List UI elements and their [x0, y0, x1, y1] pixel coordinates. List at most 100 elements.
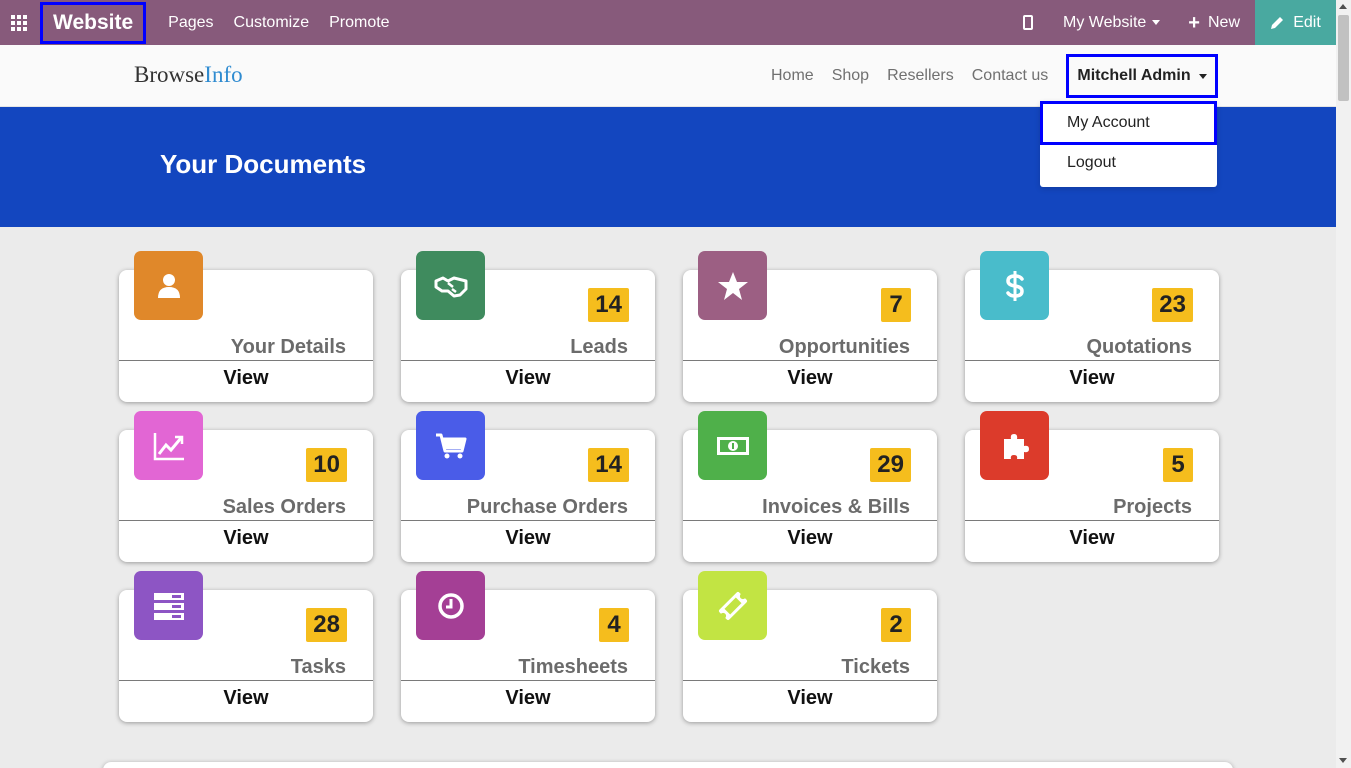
card-divider [683, 360, 937, 361]
tasks-icon [134, 571, 203, 640]
view-button[interactable]: View [401, 522, 655, 554]
admin-topbar: Website Pages Customize Promote My Websi… [0, 0, 1336, 45]
edit-button[interactable]: Edit [1255, 0, 1336, 45]
view-button[interactable]: View [401, 682, 655, 714]
nav-contact-us[interactable]: Contact us [972, 67, 1048, 85]
card-tasks: 28 Tasks View [119, 571, 373, 722]
view-button[interactable]: View [965, 362, 1219, 394]
card-divider [401, 680, 655, 681]
view-button[interactable]: View [965, 522, 1219, 554]
card-leads: 14 Leads View [401, 251, 655, 402]
nav-home[interactable]: Home [771, 67, 814, 85]
user-icon [134, 251, 203, 320]
new-button[interactable]: + New [1188, 13, 1240, 33]
site-header: BrowseInfo Home Shop Resellers Contact u… [0, 45, 1336, 107]
dropdown-item-logout[interactable]: Logout [1040, 141, 1217, 185]
dollar-icon [980, 251, 1049, 320]
bottom-panel [103, 762, 1233, 768]
count-badge: 10 [306, 448, 347, 482]
card-label: Tasks [290, 656, 346, 678]
apps-grid-icon[interactable] [0, 0, 38, 45]
edit-button-label: Edit [1293, 13, 1321, 31]
user-menu-toggle[interactable]: Mitchell Admin [1066, 54, 1218, 98]
puzzle-icon [980, 411, 1049, 480]
menu-customize[interactable]: Customize [234, 14, 310, 32]
card-label: Projects [1113, 496, 1192, 518]
card-divider [401, 520, 655, 521]
card-divider [683, 520, 937, 521]
count-badge: 14 [588, 448, 629, 482]
card-label: Leads [570, 336, 628, 358]
card-divider [401, 360, 655, 361]
star-icon [698, 251, 767, 320]
card-divider [119, 520, 373, 521]
topbar-actions: My Website + New Edit [1023, 0, 1336, 45]
website-selector[interactable]: My Website [1063, 13, 1161, 32]
new-button-label: New [1207, 13, 1240, 31]
site-logo[interactable]: BrowseInfo [134, 62, 243, 88]
nav-shop[interactable]: Shop [832, 67, 869, 85]
money-icon [698, 411, 767, 480]
card-divider [965, 520, 1219, 521]
line-chart-icon [134, 411, 203, 480]
card-label: Sales Orders [222, 496, 346, 518]
card-divider [965, 360, 1219, 361]
admin-topnav: Pages Customize Promote [168, 14, 389, 32]
count-badge: 29 [870, 448, 911, 482]
count-badge: 28 [306, 608, 347, 642]
dropdown-item-my-account[interactable]: My Account [1040, 101, 1217, 145]
scrollbar-thumb[interactable] [1338, 15, 1349, 101]
plus-icon: + [1188, 11, 1200, 34]
nav-resellers[interactable]: Resellers [887, 67, 954, 85]
card-tickets: 2 Tickets View [683, 571, 937, 722]
page-scrollbar[interactable] [1336, 0, 1351, 768]
chevron-down-icon [1198, 73, 1207, 79]
count-badge: 7 [881, 288, 911, 322]
user-dropdown-menu: My Account Logout [1040, 101, 1217, 187]
count-badge: 4 [599, 608, 629, 642]
view-button[interactable]: View [401, 362, 655, 394]
logo-text-info: Info [204, 62, 243, 87]
view-button[interactable]: View [683, 522, 937, 554]
view-button[interactable]: View [683, 682, 937, 714]
card-label: Your Details [230, 336, 346, 358]
scroll-up-arrow-icon[interactable] [1339, 4, 1347, 9]
card-divider [119, 360, 373, 361]
logo-text-browse: Browse [134, 62, 205, 87]
site-nav: Home Shop Resellers Contact us [771, 67, 1048, 85]
website-app-title[interactable]: Website [40, 1, 147, 44]
page-title: Your Documents [160, 149, 367, 179]
card-projects: 5 Projects View [965, 411, 1219, 562]
card-your-details: Your Details View [119, 251, 373, 402]
card-quotations: 23 Quotations View [965, 251, 1219, 402]
card-label: Quotations [1086, 336, 1192, 358]
card-purchase-orders: 14 Purchase Orders View [401, 411, 655, 562]
card-label: Purchase Orders [466, 496, 628, 518]
view-button[interactable]: View [683, 362, 937, 394]
card-invoices-bills: 29 Invoices & Bills View [683, 411, 937, 562]
shopping-cart-icon [416, 411, 485, 480]
handshake-icon [416, 251, 485, 320]
pencil-icon [1271, 16, 1284, 29]
website-selector-label: My Website [1063, 13, 1147, 31]
mobile-preview-icon[interactable] [1023, 15, 1034, 30]
count-badge: 2 [881, 608, 911, 642]
card-opportunities: 7 Opportunities View [683, 251, 937, 402]
card-label: Opportunities [778, 336, 910, 358]
menu-promote[interactable]: Promote [329, 14, 389, 32]
count-badge: 23 [1152, 288, 1193, 322]
chevron-down-icon [1152, 20, 1161, 25]
card-divider [119, 680, 373, 681]
card-divider [683, 680, 937, 681]
card-label: Invoices & Bills [762, 496, 910, 518]
card-label: Timesheets [518, 656, 628, 678]
count-badge: 5 [1163, 448, 1193, 482]
user-name: Mitchell Admin [1077, 67, 1191, 84]
ticket-icon [698, 571, 767, 640]
view-button[interactable]: View [119, 682, 373, 714]
view-button[interactable]: View [119, 522, 373, 554]
view-button[interactable]: View [119, 362, 373, 394]
count-badge: 14 [588, 288, 629, 322]
menu-pages[interactable]: Pages [168, 14, 213, 32]
scroll-down-arrow-icon[interactable] [1339, 758, 1347, 763]
